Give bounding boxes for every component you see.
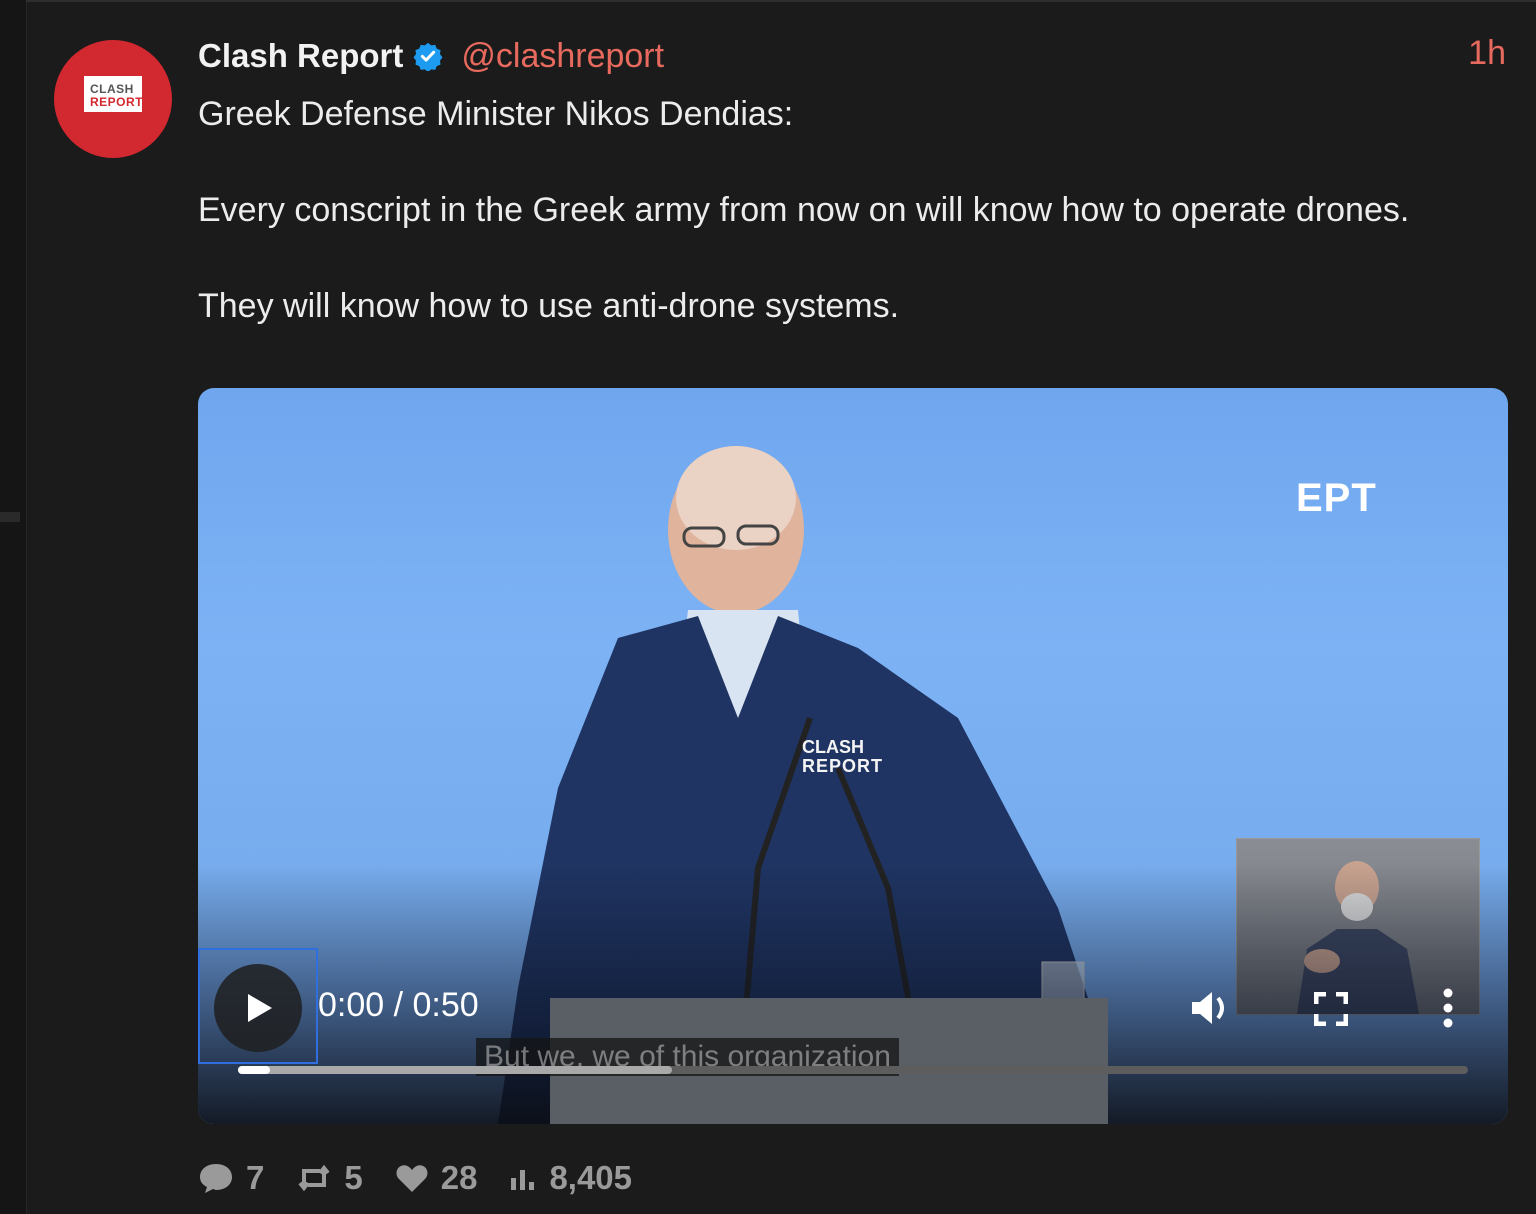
avatar-logo-line2: REPORT — [90, 95, 144, 109]
tweet-actions: 7 5 28 8,405 — [198, 1156, 664, 1200]
channel-logo: EPT — [1296, 476, 1377, 520]
reply-count: 7 — [246, 1159, 265, 1196]
avatar[interactable]: CLASH REPORT — [54, 40, 172, 158]
watermark-line2: REPORT — [802, 756, 884, 776]
more-vertical-icon[interactable] — [1442, 988, 1454, 1028]
handle[interactable]: @clashreport — [461, 37, 664, 76]
play-icon — [248, 994, 272, 1022]
like-icon — [396, 1165, 428, 1192]
progress-buffered — [238, 1066, 673, 1074]
fullscreen-icon[interactable] — [1314, 992, 1348, 1026]
watermark-line1: CLASH — [802, 737, 864, 757]
tweet-paragraph-3: They will know how to use anti-drone sys… — [198, 287, 900, 325]
video-player[interactable]: EPT CLASH REPORT But we, we of this orga… — [198, 388, 1508, 1124]
tweet-paragraph-2: Every conscript in the Greek army from n… — [198, 191, 1410, 229]
rail-divider — [0, 512, 20, 522]
display-name[interactable]: Clash Report — [198, 37, 403, 75]
like-button[interactable]: 28 — [395, 1159, 478, 1197]
volume-icon[interactable] — [1188, 988, 1232, 1028]
time-readout: 0:00 / 0:50 — [318, 986, 479, 1024]
avatar-logo-line1: CLASH — [90, 82, 134, 96]
tweet-paragraph-1: Greek Defense Minister Nikos Dendias: — [198, 95, 794, 133]
views-button[interactable]: 8,405 — [509, 1159, 632, 1197]
avatar-logo: CLASH REPORT — [84, 76, 144, 112]
play-button[interactable] — [198, 948, 318, 1064]
verified-badge-icon — [413, 42, 443, 71]
views-count: 8,405 — [549, 1159, 633, 1196]
timestamp[interactable]: 1h — [1468, 34, 1506, 73]
tweet-text: Greek Defense Minister Nikos Dendias: Ev… — [198, 90, 1488, 330]
progress-played — [238, 1066, 270, 1074]
reply-button[interactable]: 7 — [198, 1159, 264, 1197]
progress-bar[interactable] — [238, 1066, 1468, 1074]
reply-icon — [200, 1164, 232, 1193]
watermark: CLASH REPORT — [802, 738, 883, 776]
tweet-page: CLASH REPORT Clash Report @clashreport 1… — [0, 0, 1536, 1214]
repost-button[interactable]: 5 — [296, 1159, 363, 1197]
views-icon — [511, 1170, 535, 1190]
repost-count: 5 — [344, 1159, 363, 1196]
repost-icon — [298, 1164, 330, 1192]
top-divider — [26, 0, 1536, 2]
left-rail — [0, 0, 27, 1214]
like-count: 28 — [440, 1159, 478, 1196]
tweet-header: Clash Report @clashreport — [198, 34, 664, 78]
